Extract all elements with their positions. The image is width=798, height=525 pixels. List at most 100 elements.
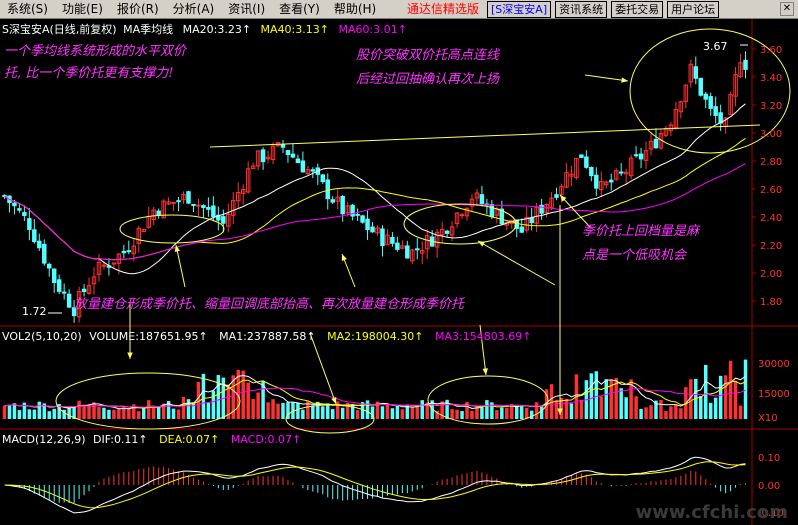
candle-body — [618, 171, 624, 174]
vol-arrow-3-head — [478, 241, 485, 247]
volume-bar — [271, 399, 275, 419]
candle-body — [415, 248, 420, 251]
volume-bar — [495, 410, 499, 419]
candle-body — [584, 156, 589, 168]
price-tick-label: 3.60 — [760, 45, 782, 56]
price-candles — [2, 51, 748, 323]
vol-ma3: MA3:154803.69↑ — [435, 330, 532, 343]
price-tick-label: 1.80 — [760, 297, 782, 308]
volume-bar — [67, 407, 71, 419]
volume-bar — [594, 371, 599, 419]
price-tick-label: 2.00 — [760, 269, 782, 280]
volume-bar — [311, 405, 315, 419]
candle-body — [325, 179, 330, 200]
candle-body — [206, 207, 211, 210]
candle-body — [330, 199, 335, 203]
ma40-line — [4, 137, 746, 261]
candle-body — [350, 204, 355, 217]
support-ellipse-1 — [119, 214, 225, 244]
stock-code-box[interactable]: [S深宝安A] — [487, 1, 552, 18]
volume-bar — [281, 402, 285, 419]
candle-body — [340, 196, 345, 215]
price-axis: 3.60 3.40 3.20 3.00 2.80 2.60 2.40 2.20 2.00 1.80… — [752, 45, 790, 519]
close-icon[interactable]: ✕ — [780, 2, 794, 16]
volume-bar — [589, 373, 594, 419]
volume-bar — [470, 410, 474, 419]
volume-bar — [718, 375, 723, 419]
high-price-marker: 3.67 — [703, 40, 728, 53]
volume-bar — [564, 398, 569, 419]
menu-function[interactable]: 功能(E) — [55, 0, 110, 19]
volume-bar — [728, 360, 733, 419]
volume-bar — [733, 380, 738, 419]
menu-system[interactable]: 系统(S) — [0, 0, 55, 19]
macd-name: MACD(12,26,9) — [2, 433, 86, 446]
volume-bar — [181, 396, 186, 419]
menu-info[interactable]: 资讯(I) — [221, 0, 272, 19]
price-tick-label: 3.20 — [760, 101, 782, 112]
volume-bar — [146, 400, 151, 419]
annotation-pullback-2: 点是一个低吸机会 — [582, 248, 687, 263]
volume-bar — [186, 399, 191, 419]
candle-body — [405, 245, 410, 259]
vol-arrow-down-2-head — [331, 397, 337, 404]
volume-ma-lines — [4, 374, 746, 410]
volume-bar — [624, 397, 628, 419]
volume-bar — [92, 402, 96, 419]
volume-bar — [738, 405, 743, 419]
candle-body — [126, 250, 132, 253]
vol-ma1: MA1:237887.58↑ — [219, 330, 316, 343]
trade-button[interactable]: 委托交易 — [611, 1, 664, 18]
candle-body — [201, 205, 206, 209]
vol-tick-label: 15000 — [758, 389, 790, 400]
volume-bar — [380, 406, 385, 419]
volume-bar — [599, 396, 604, 419]
candle-body — [395, 242, 400, 250]
candle-body — [56, 279, 62, 292]
menu-view[interactable]: 查看(Y) — [272, 0, 327, 19]
volume-bar — [385, 403, 390, 419]
forum-button[interactable]: 用户论坛 — [667, 1, 720, 18]
candle-body — [27, 218, 32, 230]
macd-lines — [4, 456, 746, 514]
dif-line — [4, 456, 746, 514]
volume-bar — [619, 388, 623, 419]
volume-bar — [151, 407, 156, 419]
volume-bar — [7, 404, 12, 419]
candle-body — [554, 194, 559, 198]
volume-bar — [330, 409, 335, 419]
volume-bar — [191, 402, 196, 419]
chart-canvas[interactable]: 3.60 3.40 3.20 3.00 2.80 2.60 2.40 2.20 2.00 1.80… — [0, 19, 798, 525]
volume-bar — [102, 407, 106, 419]
volume-bar — [664, 411, 668, 419]
volume-bar — [450, 409, 454, 419]
volume-bar — [639, 408, 643, 419]
vol-arrow-2-head — [341, 254, 347, 261]
breakout-arrow-head — [621, 77, 628, 83]
volume-bar — [97, 407, 101, 419]
stock-title: S深宝安A(日线,前复权) — [2, 23, 117, 36]
candle-body — [594, 174, 599, 189]
menu-quote[interactable]: 报价(R) — [110, 0, 166, 19]
menu-analysis[interactable]: 分析(A) — [166, 0, 222, 19]
menu-help[interactable]: 帮助(H) — [327, 0, 383, 19]
candle-body — [285, 150, 291, 156]
volume-bar — [634, 396, 638, 419]
info-system-button[interactable]: 资讯系统 — [555, 1, 608, 18]
volume-bar — [500, 407, 504, 419]
candle-body — [37, 240, 42, 249]
candle-body — [221, 216, 226, 224]
price-tick-label: 2.20 — [760, 241, 782, 252]
candle-body — [66, 293, 72, 308]
volume-bar — [301, 409, 305, 419]
volume-bar — [107, 409, 111, 419]
dea-line — [4, 461, 746, 509]
candle-body — [633, 154, 639, 157]
volume-bar — [410, 406, 415, 419]
candle-body — [260, 149, 266, 163]
volume-bar — [37, 401, 42, 419]
volume-bar — [415, 405, 420, 419]
vol-ma1-line — [4, 374, 746, 410]
volume-bar — [644, 407, 648, 419]
candle-body — [444, 230, 450, 234]
